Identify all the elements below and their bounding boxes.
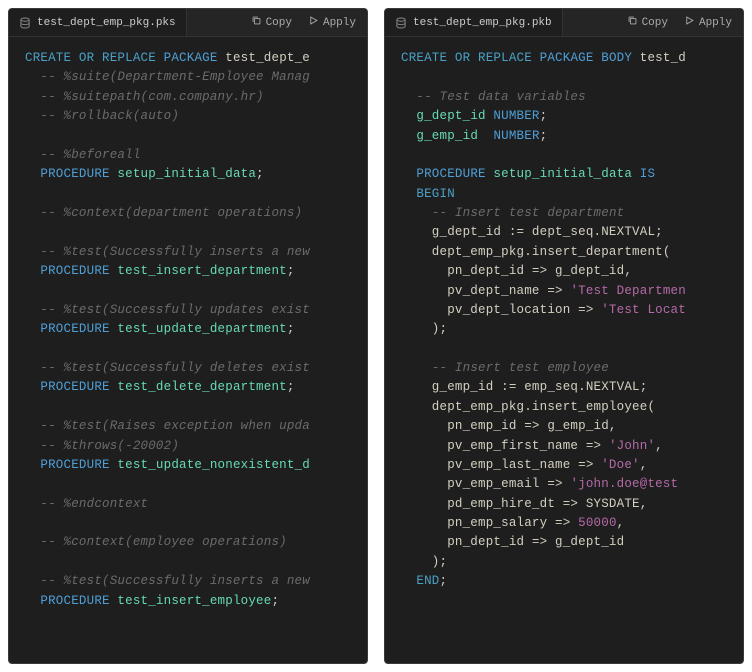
editor-pane-left: test_dept_emp_pkg.pks Copy Apply [8,8,368,664]
code-line: g_emp_id := emp_seq.NEXTVAL; [401,378,733,397]
code-line: pn_emp_id => g_emp_id, [401,417,733,436]
code-line: pn_dept_id => g_dept_id, [401,262,733,281]
copy-icon [251,15,262,30]
code-line: CREATE OR REPLACE PACKAGE BODY test_d [401,49,733,68]
code-line: g_dept_id NUMBER; [401,107,733,126]
code-line: pv_emp_email => 'john.doe@test [401,475,733,494]
copy-label: Copy [642,17,668,29]
code-line [25,398,357,417]
code-line: pv_dept_location => 'Test Locat [401,301,733,320]
copy-label: Copy [266,17,292,29]
code-line: dept_emp_pkg.insert_employee( [401,398,733,417]
code-line: pn_emp_salary => 50000, [401,514,733,533]
code-line [401,340,733,359]
code-line [25,127,357,146]
play-icon [308,15,319,30]
code-line: BEGIN [401,185,733,204]
apply-button[interactable]: Apply [677,12,739,33]
code-line: pv_dept_name => 'Test Departmen [401,282,733,301]
code-line: PROCEDURE test_update_nonexistent_d [25,456,357,475]
code-line: -- %suite(Department-Employee Manag [25,68,357,87]
code-line: -- %test(Successfully inserts a new [25,572,357,591]
code-line [401,146,733,165]
copy-button[interactable]: Copy [620,12,675,33]
database-icon [19,17,31,29]
tab-bar: test_dept_emp_pkg.pkb Copy Apply [385,9,743,37]
code-line: -- %context(department operations) [25,204,357,223]
code-line: -- Insert test department [401,204,733,223]
code-line: CREATE OR REPLACE PACKAGE test_dept_e [25,49,357,68]
code-line: -- %test(Raises exception when upda [25,417,357,436]
code-line: ); [401,553,733,572]
apply-button[interactable]: Apply [301,12,363,33]
tab-bar: test_dept_emp_pkg.pks Copy Apply [9,9,367,37]
code-line: -- %test(Successfully updates exist [25,301,357,320]
code-line [25,282,357,301]
code-line [25,514,357,533]
code-line: dept_emp_pkg.insert_department( [401,243,733,262]
code-line: PROCEDURE test_update_department; [25,320,357,339]
code-line: PROCEDURE test_delete_department; [25,378,357,397]
code-editor-left[interactable]: CREATE OR REPLACE PACKAGE test_dept_e --… [9,37,367,663]
code-line: PROCEDURE setup_initial_data; [25,165,357,184]
code-line: PROCEDURE test_insert_employee; [25,592,357,611]
copy-icon [627,15,638,30]
code-line: -- %test(Successfully inserts a new [25,243,357,262]
code-line: pv_emp_first_name => 'John', [401,437,733,456]
editor-pane-right: test_dept_emp_pkg.pkb Copy Apply [384,8,744,664]
code-line: PROCEDURE setup_initial_data IS [401,165,733,184]
file-tab[interactable]: test_dept_emp_pkg.pkb [385,9,563,36]
code-line [25,340,357,359]
database-icon [395,17,407,29]
code-line: pd_emp_hire_dt => SYSDATE, [401,495,733,514]
apply-label: Apply [323,17,356,29]
copy-button[interactable]: Copy [244,12,299,33]
tab-actions: Copy Apply [244,12,367,33]
apply-label: Apply [699,17,732,29]
code-line: -- %suitepath(com.company.hr) [25,88,357,107]
code-line: g_dept_id := dept_seq.NEXTVAL; [401,223,733,242]
code-line: -- %endcontext [25,495,357,514]
code-line: pv_emp_last_name => 'Doe', [401,456,733,475]
code-line: PROCEDURE test_insert_department; [25,262,357,281]
code-line: -- Test data variables [401,88,733,107]
play-icon [684,15,695,30]
code-line: pn_dept_id => g_dept_id [401,533,733,552]
file-tab[interactable]: test_dept_emp_pkg.pks [9,9,187,36]
code-line: -- %throws(-20002) [25,437,357,456]
code-line [25,185,357,204]
tab-actions: Copy Apply [620,12,743,33]
code-line: -- %rollback(auto) [25,107,357,126]
code-editor-right[interactable]: CREATE OR REPLACE PACKAGE BODY test_d --… [385,37,743,663]
code-line [25,553,357,572]
file-tab-label: test_dept_emp_pkg.pks [37,17,176,29]
file-tab-label: test_dept_emp_pkg.pkb [413,17,552,29]
code-line: -- Insert test employee [401,359,733,378]
code-line [401,68,733,87]
code-line: END; [401,572,733,591]
code-line [25,475,357,494]
code-line [25,223,357,242]
code-line: -- %test(Successfully deletes exist [25,359,357,378]
code-line: -- %context(employee operations) [25,533,357,552]
code-line: g_emp_id NUMBER; [401,127,733,146]
code-line: -- %beforeall [25,146,357,165]
code-line: ); [401,320,733,339]
